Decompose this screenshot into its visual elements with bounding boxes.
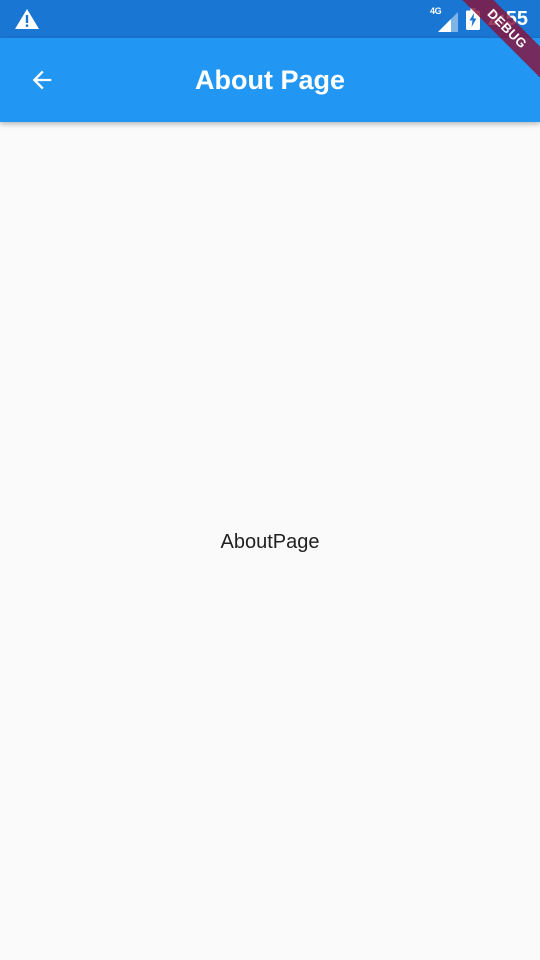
page-body: AboutPage xyxy=(0,122,540,960)
status-icons: 4G 2:55 xyxy=(430,0,528,38)
warning-icon xyxy=(14,8,40,30)
status-time: 2:55 xyxy=(487,8,528,30)
screen: 4G 2:55 About Page AboutPage DEBUG xyxy=(0,0,540,960)
signal-icon xyxy=(437,12,458,32)
app-bar: About Page xyxy=(0,38,540,122)
network-indicator: 4G xyxy=(430,6,458,32)
page-title: About Page xyxy=(194,65,345,95)
status-bar: 4G 2:55 xyxy=(0,0,540,38)
battery-charging-icon xyxy=(465,8,480,30)
body-text: AboutPage xyxy=(220,530,320,553)
